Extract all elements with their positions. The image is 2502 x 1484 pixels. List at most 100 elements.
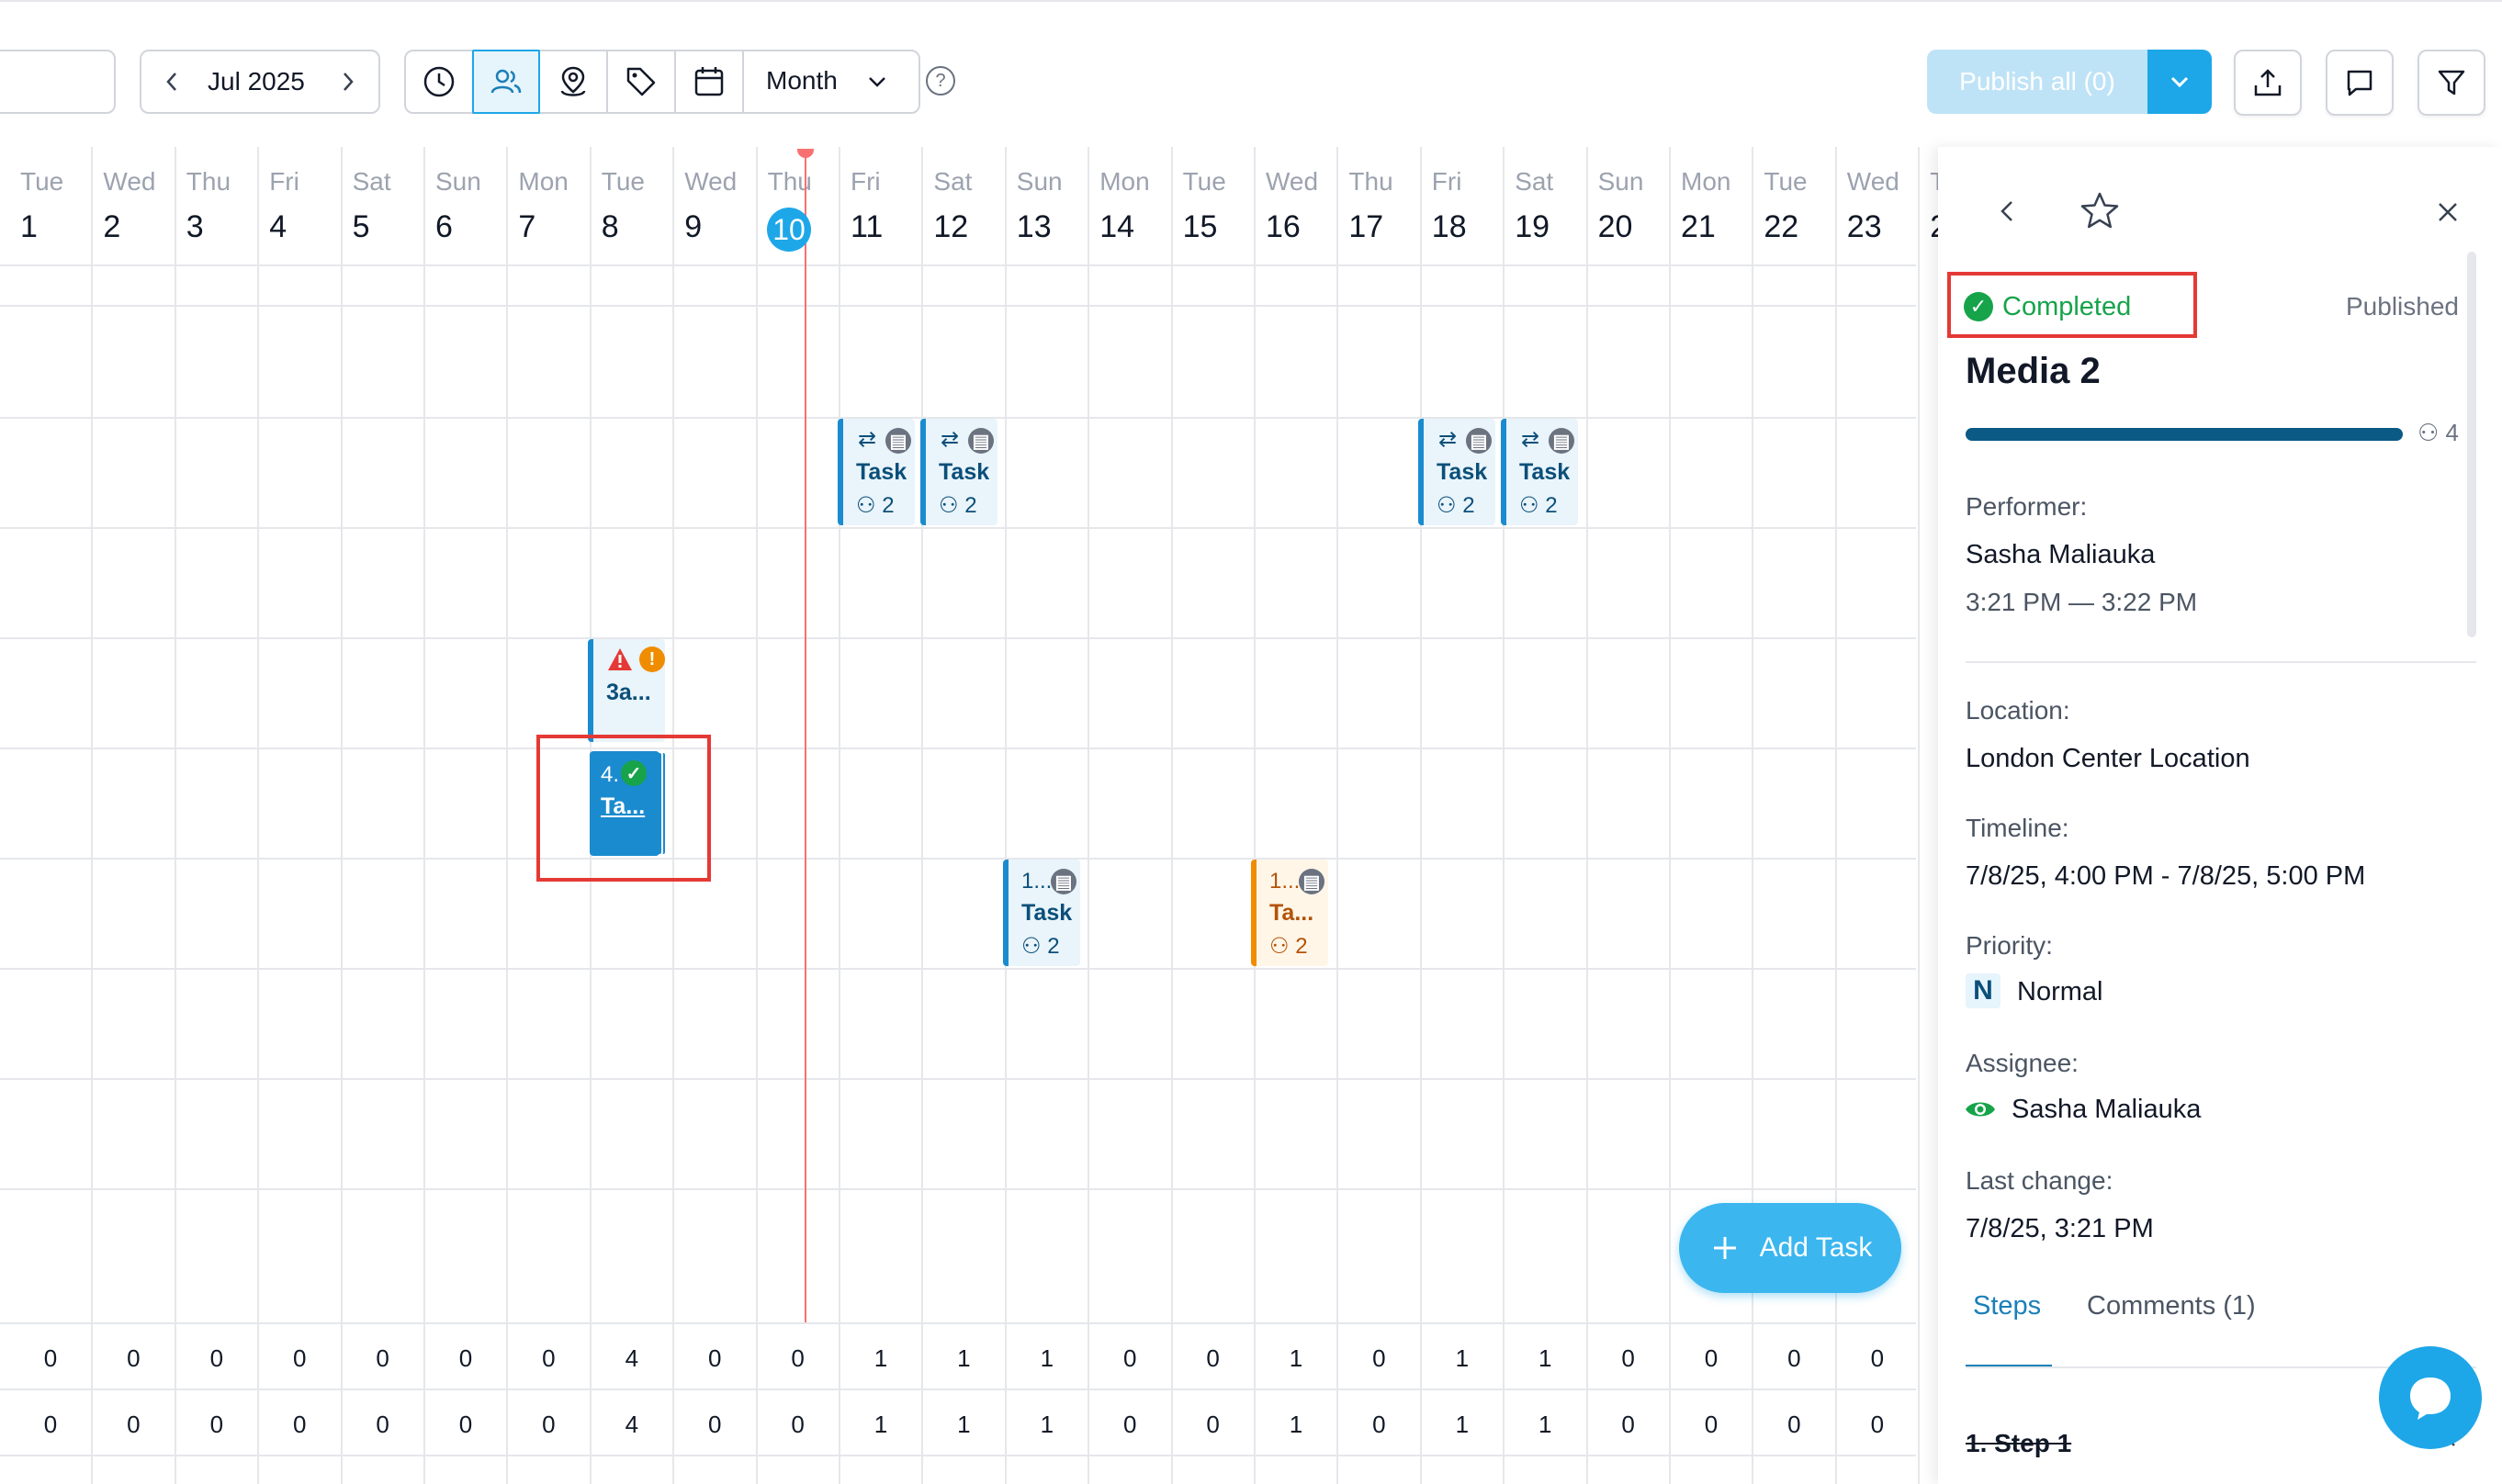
- task-card[interactable]: ! 3a...: [588, 639, 665, 742]
- repeat-icon: ⇄: [858, 427, 877, 452]
- tag-view-button[interactable]: [608, 51, 674, 112]
- day-number: 12: [933, 209, 969, 244]
- daily-count: 0: [292, 1344, 307, 1372]
- daily-count: 0: [43, 1411, 58, 1438]
- location-pin-icon: [560, 66, 586, 96]
- alert-icon: !: [639, 646, 665, 672]
- daily-count: 0: [542, 1344, 556, 1372]
- daily-count: 0: [1372, 1411, 1386, 1438]
- period-select-value: Month: [766, 66, 838, 95]
- calendar-view-button[interactable]: [676, 51, 742, 112]
- tab-steps[interactable]: Steps: [1973, 1291, 2041, 1321]
- help-icon[interactable]: ?: [926, 66, 955, 96]
- day-header: Sun 6: [424, 147, 507, 264]
- calendar-icon: [694, 67, 724, 96]
- day-number: 3: [186, 209, 204, 244]
- day-number: 5: [352, 209, 370, 244]
- calendar-badge-icon: ▤: [1299, 869, 1324, 894]
- period-select[interactable]: Month: [744, 51, 919, 112]
- clock-view-button[interactable]: [406, 51, 472, 112]
- task-card[interactable]: 1... ▤ Ta... ⚇ 2: [1251, 860, 1328, 966]
- last-change-label: Last change:: [1966, 1166, 2113, 1195]
- day-of-week: Wed: [1266, 167, 1319, 196]
- grid-column-line: [1585, 147, 1588, 1484]
- progress-count: ⚇ 4: [2417, 419, 2460, 446]
- task-count-value: 2: [1295, 934, 1308, 959]
- today-date-badge: 10: [767, 208, 811, 252]
- chevron-left-icon[interactable]: [162, 68, 182, 100]
- performer-time: 3:21 PM — 3:22 PM: [1966, 588, 2198, 616]
- day-number: 16: [1266, 209, 1301, 244]
- publish-all-button[interactable]: Publish all (0): [1927, 50, 2147, 114]
- star-icon[interactable]: [2078, 189, 2122, 233]
- eye-icon: [1966, 1102, 1995, 1117]
- daily-count: 0: [292, 1411, 307, 1438]
- warning-icon: [606, 646, 634, 677]
- add-task-label: Add Task: [1759, 1232, 1873, 1263]
- daily-count: 0: [1122, 1411, 1137, 1438]
- daily-count: 0: [458, 1344, 473, 1372]
- task-assignee-count: ⚇ 2: [1519, 493, 1558, 518]
- comments-button[interactable]: [2326, 50, 2394, 116]
- people-view-button[interactable]: [472, 50, 540, 114]
- task-card[interactable]: 1... ▤ Task ⚇ 2: [1003, 860, 1080, 966]
- grid-column-line: [1004, 147, 1007, 1484]
- published-label: Published: [2346, 292, 2459, 320]
- add-task-button[interactable]: Add Task: [1679, 1203, 1901, 1293]
- calendar-badge-icon: ▤: [885, 428, 911, 454]
- people-icon: [490, 69, 522, 94]
- location-view-button[interactable]: [540, 51, 606, 112]
- assignee-label: Assignee:: [1966, 1049, 2079, 1077]
- close-icon[interactable]: [2434, 198, 2462, 226]
- grid-column-line: [174, 147, 176, 1484]
- search-box[interactable]: [0, 50, 116, 114]
- day-number: 21: [1681, 209, 1716, 244]
- grid-column-line: [755, 147, 758, 1484]
- day-of-week: Thu: [1348, 167, 1393, 196]
- task-card[interactable]: ⇄ ▤ Task ⚇ 2: [1418, 419, 1495, 525]
- task-title: 3a...: [606, 680, 651, 705]
- step-item[interactable]: 1. Step 1: [1966, 1429, 2071, 1458]
- grid-column-line: [1088, 147, 1090, 1484]
- calendar-badge-icon: ▤: [1466, 428, 1492, 454]
- day-number: 20: [1597, 209, 1633, 244]
- day-number: 23: [1846, 209, 1882, 244]
- export-button[interactable]: [2234, 50, 2302, 116]
- task-assignee-count: ⚇ 2: [1021, 934, 1060, 959]
- day-of-week: Sun: [1016, 167, 1063, 196]
- repeat-icon: ⇄: [1438, 427, 1458, 452]
- day-number: 8: [601, 209, 619, 244]
- daily-count: 1: [1289, 1411, 1303, 1438]
- daily-count: 1: [1040, 1344, 1054, 1372]
- day-header: Wed 23: [1836, 147, 1919, 264]
- day-header: Sat 19: [1504, 147, 1586, 264]
- filter-button[interactable]: [2417, 50, 2485, 116]
- back-icon[interactable]: [1995, 195, 2021, 228]
- day-header: Sat 5: [342, 147, 424, 264]
- performer-name: Sasha Maliauka: [1966, 540, 2156, 569]
- tag-icon: [626, 67, 656, 96]
- task-card[interactable]: ⇄ ▤ Task ⚇ 2: [920, 419, 997, 525]
- day-number: 17: [1348, 209, 1384, 244]
- chevron-right-icon[interactable]: [338, 68, 358, 100]
- panel-scrollbar[interactable]: [2467, 252, 2476, 637]
- daily-count: 4: [625, 1344, 639, 1372]
- publish-dropdown-button[interactable]: [2147, 50, 2212, 114]
- chat-support-button[interactable]: [2379, 1346, 2482, 1449]
- task-card[interactable]: ⇄ ▤ Task ⚇ 2: [1501, 419, 1578, 525]
- daily-count: 0: [1621, 1411, 1635, 1438]
- task-title: Task: [1437, 459, 1488, 485]
- assignee-name: Sasha Maliauka: [2012, 1095, 2202, 1124]
- location-value: London Center Location: [1966, 744, 2250, 773]
- task-title: Task: [1519, 459, 1571, 485]
- plus-icon: [1713, 1237, 1736, 1259]
- tab-comments[interactable]: Comments (1): [2087, 1291, 2256, 1321]
- day-of-week: Mon: [1099, 167, 1150, 196]
- grid-column-line: [1503, 147, 1505, 1484]
- day-number: 18: [1431, 209, 1467, 244]
- day-header: Wed 9: [673, 147, 756, 264]
- task-card[interactable]: ⇄ ▤ Task ⚇ 2: [838, 419, 915, 525]
- day-number: 2: [103, 209, 121, 244]
- task-number: 1...: [1269, 869, 1301, 894]
- task-title: Task: [1021, 900, 1073, 926]
